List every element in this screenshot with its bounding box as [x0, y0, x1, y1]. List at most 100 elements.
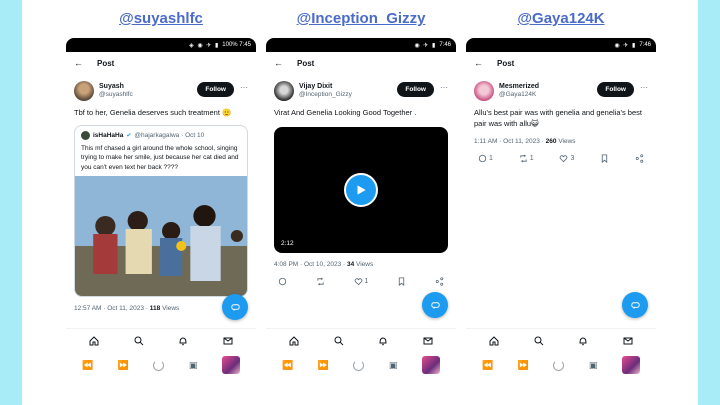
follow-button[interactable]: Follow [597, 82, 634, 97]
search-icon[interactable] [134, 336, 144, 346]
more-options-icon[interactable]: ··· [640, 83, 648, 92]
column-inception-gizzy: @Inception_Gizzy ◉ ✈ ▮ 7:46 ← Post Vijay… [266, 0, 456, 405]
quote-header: isHaHaHa ✔ @hajarkagalwa · Oct 10 [75, 126, 247, 142]
reply-bubble-icon [278, 277, 287, 286]
search-icon[interactable] [334, 336, 344, 346]
reply-button[interactable]: 1 [478, 154, 493, 163]
post-meta: 1:11 AM · Oct 11, 2023 · 260 Views [466, 130, 656, 145]
page-title: Post [297, 58, 315, 68]
reply-count: 1 [489, 154, 493, 162]
gift-icon[interactable]: ▣ [389, 360, 398, 371]
notifications-bell-icon[interactable] [378, 336, 388, 346]
more-options-icon[interactable]: ··· [440, 83, 448, 92]
loading-spinner-icon [553, 359, 565, 371]
phone-screen: ◉ ✈ ▮ 7:46 ← Post Mesmerized @Gaya124K F… [466, 38, 656, 378]
status-bar: ◉ ✈ ▮ 7:46 [466, 38, 656, 52]
follow-button[interactable]: Follow [397, 82, 434, 97]
app-thumbnail[interactable] [621, 356, 640, 374]
home-icon[interactable] [489, 336, 499, 346]
share-button[interactable] [435, 277, 444, 286]
status-bar: ◈ ◉ ✈ ▮ 100% 7:45 [66, 38, 256, 52]
right-border-band [698, 0, 720, 405]
bottom-nav: ⏪ ⏩ ▣ [466, 328, 656, 378]
fast-forward-icon[interactable]: ⏩ [518, 360, 529, 371]
app-thumbnail[interactable] [221, 356, 240, 374]
loading-spinner-icon [353, 359, 365, 371]
compose-fab[interactable] [222, 294, 248, 320]
notifications-bell-icon[interactable] [578, 336, 588, 346]
quote-meta: @hajarkagalwa · Oct 10 [134, 131, 205, 139]
quoted-tweet-card[interactable]: isHaHaHa ✔ @hajarkagalwa · Oct 10 This m… [74, 124, 248, 298]
display-name[interactable]: Mesmerized [499, 83, 539, 91]
follow-button[interactable]: Follow [197, 82, 234, 97]
column-suyashlfc: @suyashlfc ◈ ◉ ✈ ▮ 100% 7:45 ← Post Suya… [66, 0, 256, 405]
repost-button[interactable]: 1 [519, 154, 534, 163]
heart-icon [560, 155, 568, 162]
share-icon [635, 154, 644, 163]
message-bubble-icon [230, 303, 240, 311]
avatar[interactable] [474, 81, 494, 101]
views-label: Views [354, 260, 374, 268]
like-count: 3 [570, 154, 575, 162]
gift-icon[interactable]: ▣ [189, 360, 198, 371]
quote-photo[interactable] [75, 176, 247, 297]
handle-caption[interactable]: @suyashlfc [66, 10, 256, 27]
app-thumbnail[interactable] [421, 356, 440, 374]
search-icon[interactable] [534, 336, 544, 346]
avatar[interactable] [274, 81, 294, 101]
back-arrow-icon[interactable]: ← [474, 58, 483, 68]
like-button[interactable]: 3 [559, 154, 574, 163]
message-bubble-icon [630, 301, 640, 309]
like-button[interactable]: 1 [354, 277, 368, 286]
bookmark-button[interactable] [600, 154, 609, 163]
rewind-icon[interactable]: ⏪ [282, 360, 293, 371]
display-name[interactable]: Suyash [99, 83, 133, 91]
reply-bubble-icon [478, 154, 487, 162]
phone-screen: ◉ ✈ ▮ 7:46 ← Post Vijay Dixit @Inception… [266, 38, 456, 378]
phone-screen: ◈ ◉ ✈ ▮ 100% 7:45 ← Post Suyash @suyashl… [66, 38, 256, 378]
status-bar: ◉ ✈ ▮ 7:46 [266, 38, 456, 52]
more-options-icon[interactable]: ··· [240, 83, 248, 92]
fast-forward-icon[interactable]: ⏩ [118, 360, 129, 371]
reply-button[interactable] [278, 277, 287, 286]
handle-caption[interactable]: @Inception_Gizzy [266, 10, 456, 27]
username[interactable]: @Gaya124K [499, 91, 539, 99]
post-timestamp: 1:11 AM · Oct 11, 2023 · [474, 137, 546, 145]
tweet-header: Suyash @suyashlfc Follow ··· [66, 74, 256, 104]
display-name[interactable]: Vijay Dixit [299, 83, 352, 91]
username[interactable]: @suyashlfc [99, 91, 133, 99]
handle-caption[interactable]: @Gaya124K [466, 10, 656, 27]
messages-mail-icon[interactable] [423, 336, 433, 346]
messages-mail-icon[interactable] [623, 336, 633, 346]
repost-icon [317, 277, 324, 286]
avatar[interactable] [74, 81, 94, 101]
verified-badge-icon: ✔ [126, 132, 132, 139]
compose-fab[interactable] [422, 292, 448, 318]
rewind-icon[interactable]: ⏪ [82, 360, 93, 371]
messages-mail-icon[interactable] [223, 336, 233, 346]
video-player[interactable]: 2:12 [274, 126, 448, 253]
back-arrow-icon[interactable]: ← [74, 58, 83, 68]
loading-spinner-icon [153, 359, 165, 371]
back-arrow-icon[interactable]: ← [274, 58, 283, 68]
rewind-icon[interactable]: ⏪ [482, 360, 493, 371]
bookmark-button[interactable] [397, 277, 406, 286]
gift-icon[interactable]: ▣ [589, 360, 598, 371]
compose-fab[interactable] [622, 292, 648, 318]
action-bar: 1 1 3 [466, 145, 656, 163]
tweet-text: Virat And Genelia Looking Good Together … [274, 108, 417, 117]
play-icon[interactable] [344, 172, 378, 207]
username[interactable]: @Inception_Gizzy [299, 91, 352, 99]
share-button[interactable] [635, 154, 644, 163]
repost-button[interactable] [316, 277, 325, 286]
status-icons: ◉ ✈ ▮ [414, 42, 437, 49]
fast-forward-icon[interactable]: ⏩ [318, 360, 329, 371]
page-title: Post [97, 58, 115, 68]
home-icon[interactable] [89, 336, 99, 346]
post-meta: 4:08 PM · Oct 10, 2023 · 34 Views [266, 253, 456, 268]
views-count: 260 [545, 137, 557, 145]
repost-icon [520, 154, 527, 163]
home-icon[interactable] [289, 336, 299, 346]
heart-icon [354, 278, 362, 286]
notifications-bell-icon[interactable] [178, 336, 188, 346]
